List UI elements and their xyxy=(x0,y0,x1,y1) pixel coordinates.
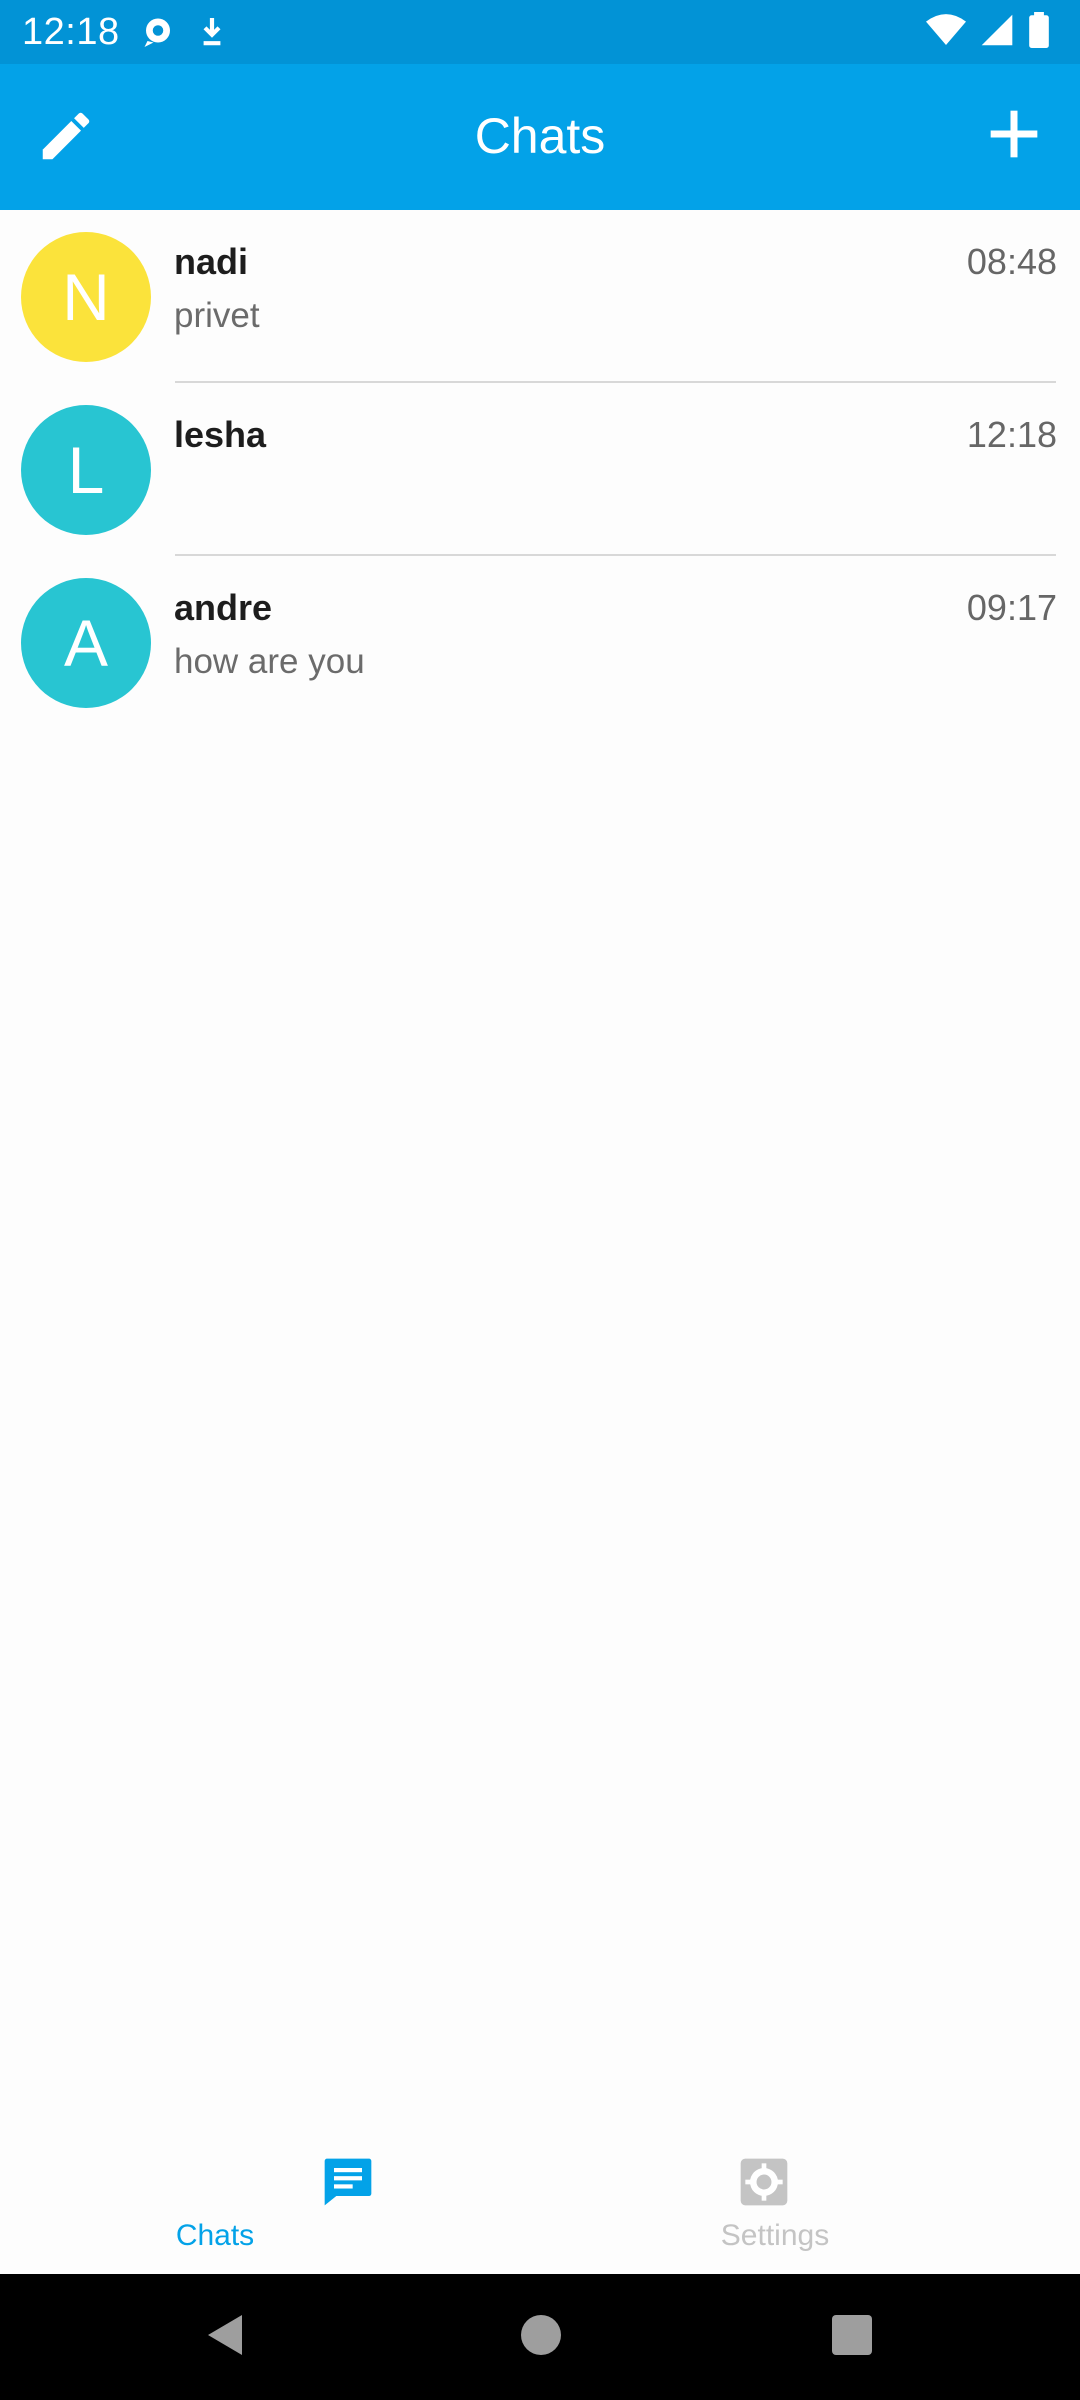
home-button[interactable] xyxy=(518,2314,564,2360)
status-bar: 12:18 xyxy=(0,0,1080,64)
chat-time: 09:17 xyxy=(966,587,1057,628)
status-system-icons xyxy=(926,12,1050,53)
tab-settings-label: Settings xyxy=(720,2219,830,2252)
tab-settings[interactable]: Settings xyxy=(540,2130,1080,2274)
page-title: Chats xyxy=(474,108,606,164)
add-chat-button[interactable] xyxy=(978,100,1050,172)
avatar: A xyxy=(21,578,151,708)
battery-icon xyxy=(1028,12,1050,53)
bottom-navigation: Chats Settings xyxy=(0,2130,1080,2274)
chat-name: nadi xyxy=(174,241,249,282)
avatar: L xyxy=(21,405,151,535)
back-icon xyxy=(206,2313,246,2362)
system-navigation-bar xyxy=(0,2274,1080,2400)
chat-list-item[interactable]: A andre 09:17 how are you xyxy=(0,556,1080,729)
chat-name: lesha xyxy=(174,414,267,455)
chat-bubble-notification-icon xyxy=(140,14,176,55)
settings-icon xyxy=(736,2154,792,2210)
add-plus-icon xyxy=(986,106,1042,167)
recents-button[interactable] xyxy=(829,2314,875,2360)
status-time: 12:18 xyxy=(22,11,120,53)
avatar: N xyxy=(21,232,151,362)
chat-name: andre xyxy=(174,587,273,628)
status-notification-icons xyxy=(140,14,226,55)
back-button[interactable] xyxy=(203,2314,249,2360)
chat-list: N nadi 08:48 privet L lesha 12:18 A andr… xyxy=(0,210,1080,729)
tab-chats[interactable]: Chats xyxy=(0,2130,540,2274)
download-notification-icon xyxy=(198,15,226,54)
chat-icon xyxy=(320,2154,376,2210)
tab-chats-label: Chats xyxy=(175,2219,255,2252)
home-icon xyxy=(521,2314,561,2360)
screen: 12:18 Chats N nadi 08:48 privet L lesha … xyxy=(0,0,1080,2400)
chat-time: 12:18 xyxy=(966,414,1057,455)
chat-preview: privet xyxy=(174,296,260,335)
chat-list-item[interactable]: L lesha 12:18 xyxy=(0,383,1080,556)
recents-icon xyxy=(832,2314,872,2360)
chat-list-item[interactable]: N nadi 08:48 privet xyxy=(0,210,1080,383)
cellular-signal-icon xyxy=(980,13,1014,52)
chat-preview: how are you xyxy=(174,642,365,681)
wifi-icon xyxy=(926,13,966,52)
chat-time: 08:48 xyxy=(966,241,1057,282)
app-bar: Chats xyxy=(0,64,1080,210)
